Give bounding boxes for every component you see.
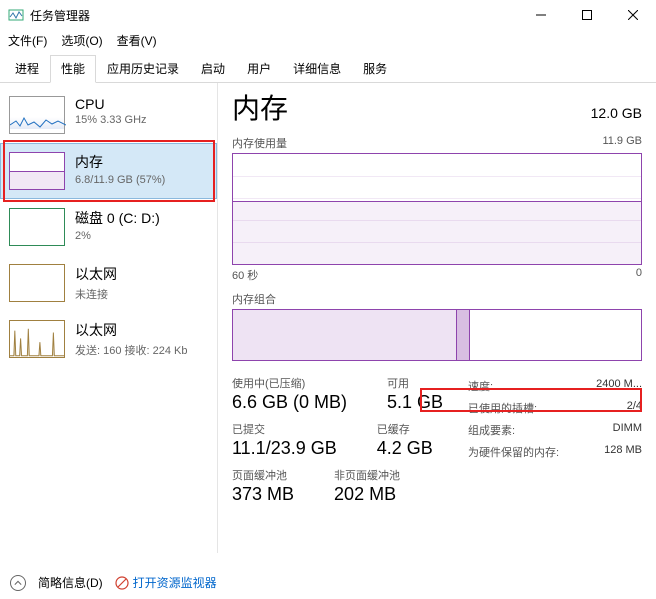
sidebar-cpu-label: CPU	[75, 96, 147, 112]
sidebar-item-disk[interactable]: 磁盘 0 (C: D:) 2%	[0, 199, 217, 255]
fewer-details-link[interactable]: 简略信息(D)	[38, 574, 103, 591]
stats-left: 使用中(已压缩) 6.6 GB (0 MB) 可用 5.1 GB 已提交 11.…	[232, 375, 462, 513]
stat-paged-label: 页面缓冲池	[232, 467, 294, 483]
stat-inuse-value: 6.6 GB (0 MB)	[232, 392, 347, 413]
memory-thumb-icon	[9, 152, 65, 190]
menu-options[interactable]: 选项(O)	[61, 32, 102, 49]
spec-slots-label: 已使用的插槽:	[468, 400, 537, 416]
sidebar-disk-label: 磁盘 0 (C: D:)	[75, 208, 160, 228]
footer: 简略信息(D) 打开资源监视器	[10, 574, 217, 591]
open-resmon-link[interactable]: 打开资源监视器	[115, 574, 217, 591]
app-icon	[8, 7, 24, 23]
stat-committed-label: 已提交	[232, 421, 337, 437]
menu-view[interactable]: 查看(V)	[117, 32, 157, 49]
tab-users[interactable]: 用户	[236, 55, 282, 83]
spec-reserved-value: 128 MB	[604, 444, 642, 460]
spec-speed-label: 速度:	[468, 378, 493, 394]
stat-committed-value: 11.1/23.9 GB	[232, 438, 337, 459]
stat-nonpaged-label: 非页面缓冲池	[334, 467, 400, 483]
tab-services[interactable]: 服务	[352, 55, 398, 83]
usage-chart-max: 11.9 GB	[602, 135, 642, 151]
usage-chart-label: 内存使用量	[232, 135, 287, 151]
spec-speed-value: 2400 M...	[596, 378, 642, 394]
sidebar-item-memory[interactable]: 内存 6.8/11.9 GB (57%)	[0, 143, 217, 199]
composition-label: 内存组合	[232, 291, 642, 307]
title-bar: 任务管理器	[0, 0, 656, 30]
memory-usage-chart[interactable]	[232, 153, 642, 265]
window-controls	[518, 0, 656, 30]
spec-form-label: 组成要素:	[468, 422, 515, 438]
spec-slots-value: 2/4	[627, 400, 642, 416]
memory-composition-chart[interactable]	[232, 309, 642, 361]
resmon-icon	[115, 576, 129, 590]
main-body: CPU 15% 3.33 GHz 内存 6.8/11.9 GB (57%) 磁盘…	[0, 83, 656, 553]
cpu-thumb-icon	[9, 96, 65, 134]
sidebar-cpu-sub: 15% 3.33 GHz	[75, 114, 147, 126]
open-resmon-label: 打开资源监视器	[133, 574, 217, 591]
stat-paged-value: 373 MB	[232, 484, 294, 505]
sidebar-disk-sub: 2%	[75, 230, 160, 242]
stat-nonpaged-value: 202 MB	[334, 484, 400, 505]
chevron-up-icon[interactable]	[10, 575, 26, 591]
sidebar-item-ethernet-2[interactable]: 以太网 发送: 160 接收: 224 Kb	[0, 311, 217, 367]
stat-inuse-label: 使用中(已压缩)	[232, 375, 347, 391]
sidebar-memory-label: 内存	[75, 152, 165, 172]
tab-details[interactable]: 详细信息	[282, 55, 352, 83]
close-button[interactable]	[610, 0, 656, 30]
spec-form-value: DIMM	[613, 422, 642, 438]
stat-avail-label: 可用	[387, 375, 443, 391]
sidebar: CPU 15% 3.33 GHz 内存 6.8/11.9 GB (57%) 磁盘…	[0, 83, 218, 553]
disk-thumb-icon	[9, 208, 65, 246]
tab-performance[interactable]: 性能	[50, 55, 96, 83]
usage-chart-zero: 0	[636, 267, 642, 283]
tab-bar: 进程 性能 应用历史记录 启动 用户 详细信息 服务	[0, 54, 656, 83]
maximize-button[interactable]	[564, 0, 610, 30]
stat-cached-value: 4.2 GB	[377, 438, 433, 459]
tab-startup[interactable]: 启动	[190, 55, 236, 83]
sidebar-eth1-label: 以太网	[75, 264, 117, 284]
menu-bar: 文件(F) 选项(O) 查看(V)	[0, 30, 656, 50]
sidebar-memory-sub: 6.8/11.9 GB (57%)	[75, 174, 165, 186]
stat-cached-label: 已缓存	[377, 421, 433, 437]
menu-file[interactable]: 文件(F)	[8, 32, 47, 49]
sidebar-eth2-label: 以太网	[75, 320, 188, 340]
sidebar-eth2-sub: 发送: 160 接收: 224 Kb	[75, 342, 188, 358]
main-panel: 内存 12.0 GB 内存使用量 11.9 GB 60 秒 0 内存组合	[218, 83, 656, 553]
stat-avail-value: 5.1 GB	[387, 392, 443, 413]
tab-app-history[interactable]: 应用历史记录	[96, 55, 190, 83]
usage-chart-time: 60 秒	[232, 267, 258, 283]
window-title: 任务管理器	[30, 7, 518, 24]
sidebar-eth1-sub: 未连接	[75, 286, 117, 302]
tab-processes[interactable]: 进程	[4, 55, 50, 83]
minimize-button[interactable]	[518, 0, 564, 30]
stats-right: 速度: 2400 M... 已使用的插槽: 2/4 组成要素: DIMM 为硬件…	[462, 375, 642, 513]
ethernet2-thumb-icon	[9, 320, 65, 358]
sidebar-item-ethernet-1[interactable]: 以太网 未连接	[0, 255, 217, 311]
sidebar-item-cpu[interactable]: CPU 15% 3.33 GHz	[0, 87, 217, 143]
spec-reserved-label: 为硬件保留的内存:	[468, 444, 559, 460]
page-title: 内存	[232, 87, 288, 127]
memory-total: 12.0 GB	[591, 105, 642, 121]
ethernet-thumb-icon	[9, 264, 65, 302]
